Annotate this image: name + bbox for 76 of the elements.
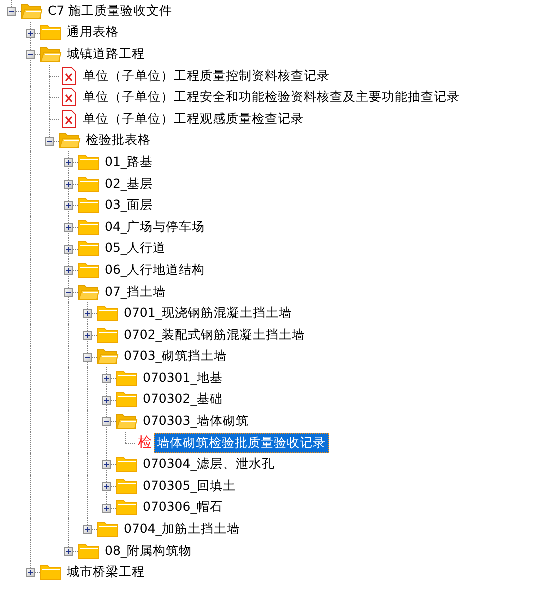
tree-item[interactable]: 01_路基 bbox=[102, 152, 156, 172]
tree-item[interactable]: 城镇道路工程 bbox=[64, 44, 148, 64]
expand-icon[interactable] bbox=[102, 396, 111, 405]
tree-item[interactable]: 08_附属构筑物 bbox=[102, 540, 196, 561]
collapse-icon[interactable] bbox=[7, 7, 16, 16]
folder-icon bbox=[78, 239, 100, 258]
expand-icon[interactable] bbox=[102, 482, 111, 492]
folder-icon bbox=[97, 304, 119, 322]
tree-item[interactable]: 070306_帽石 bbox=[140, 497, 226, 518]
tree-item[interactable]: 0702_装配式钢筋混凝土挡土墙 bbox=[121, 324, 308, 345]
tree-item[interactable]: 070301_地基 bbox=[140, 368, 226, 388]
tree-item[interactable]: 单位（子单位）工程质量控制资料核查记录 bbox=[80, 66, 333, 86]
folder-icon bbox=[116, 368, 138, 387]
tree-item[interactable]: 04_广场与停车场 bbox=[102, 216, 208, 237]
expand-icon[interactable] bbox=[64, 266, 73, 276]
folder-icon bbox=[116, 498, 138, 516]
tree-item[interactable]: 通用表格 bbox=[64, 22, 122, 42]
expand-icon[interactable] bbox=[64, 201, 73, 210]
open-folder-icon bbox=[78, 282, 100, 301]
tree-item[interactable]: 070303_墙体砌筑 bbox=[140, 411, 252, 432]
expand-icon[interactable] bbox=[64, 244, 73, 254]
collapse-icon[interactable] bbox=[102, 417, 111, 426]
tree-item[interactable]: 07_挡土墙 bbox=[102, 282, 170, 302]
collapse-icon[interactable] bbox=[26, 50, 35, 60]
folder-icon bbox=[78, 152, 100, 171]
tree-item[interactable]: 02_基层 bbox=[102, 174, 156, 194]
folder-icon bbox=[78, 542, 100, 560]
expand-icon[interactable] bbox=[26, 28, 35, 38]
folder-icon bbox=[78, 196, 100, 214]
document-icon bbox=[62, 66, 76, 85]
tree-item[interactable]: 城市桥梁工程 bbox=[64, 562, 148, 582]
expand-icon[interactable] bbox=[83, 309, 92, 318]
collapse-icon[interactable] bbox=[64, 288, 73, 297]
open-folder-icon bbox=[116, 412, 138, 430]
tree-item[interactable]: 单位（子单位）工程安全和功能检验资料核查及主要功能抽查记录 bbox=[80, 87, 463, 108]
tree-item[interactable]: 墙体砌筑检验批质量验收记录 bbox=[154, 432, 329, 453]
tree-item[interactable]: 单位（子单位）工程观感质量检查记录 bbox=[80, 108, 307, 129]
tree-item[interactable]: 06_人行地道结构 bbox=[102, 260, 208, 280]
folder-icon bbox=[116, 455, 138, 474]
folder-icon bbox=[78, 260, 100, 279]
tree-item[interactable]: 070304_滤层、泄水孔 bbox=[140, 454, 278, 474]
tree-item[interactable]: 070305_回填土 bbox=[140, 476, 239, 496]
expand-icon[interactable] bbox=[26, 568, 35, 578]
folder-icon bbox=[40, 23, 62, 42]
expand-icon[interactable] bbox=[83, 525, 92, 534]
form-icon: 检 bbox=[138, 434, 152, 452]
expand-icon[interactable] bbox=[64, 546, 73, 556]
folder-icon bbox=[116, 476, 138, 495]
folder-icon bbox=[78, 218, 100, 236]
collapse-icon[interactable] bbox=[45, 136, 54, 146]
document-icon bbox=[62, 88, 76, 106]
expand-icon[interactable] bbox=[64, 180, 73, 189]
expand-icon[interactable] bbox=[64, 158, 73, 168]
expand-icon[interactable] bbox=[102, 460, 111, 470]
collapse-icon[interactable] bbox=[83, 352, 92, 362]
tree-item[interactable]: 0701_现浇钢筋混凝土挡土墙 bbox=[121, 303, 296, 324]
folder-icon bbox=[97, 326, 119, 344]
tree-item[interactable]: 03_面层 bbox=[102, 195, 156, 216]
open-folder-icon bbox=[40, 44, 62, 63]
tree-item[interactable]: 0703_砌筑挡土墙 bbox=[121, 346, 230, 366]
folder-icon bbox=[116, 390, 138, 408]
expand-icon[interactable] bbox=[102, 504, 111, 513]
folder-icon bbox=[97, 520, 119, 538]
open-folder-icon bbox=[97, 347, 119, 366]
tree-item[interactable]: 05_人行道 bbox=[102, 238, 170, 258]
expand-icon[interactable] bbox=[64, 222, 73, 232]
expand-icon[interactable] bbox=[102, 374, 111, 384]
document-icon bbox=[62, 110, 76, 128]
tree-item[interactable]: 检验批表格 bbox=[83, 130, 154, 150]
tree-item[interactable]: 0704_加筋土挡土墙 bbox=[121, 519, 244, 540]
open-folder-icon bbox=[59, 131, 81, 150]
expand-icon[interactable] bbox=[83, 330, 92, 340]
tree-item[interactable]: 070302_基础 bbox=[140, 389, 226, 410]
tree-item[interactable]: C7 施工质量验收文件 bbox=[45, 0, 176, 21]
folder-icon bbox=[40, 563, 62, 582]
folder-icon bbox=[78, 174, 100, 193]
